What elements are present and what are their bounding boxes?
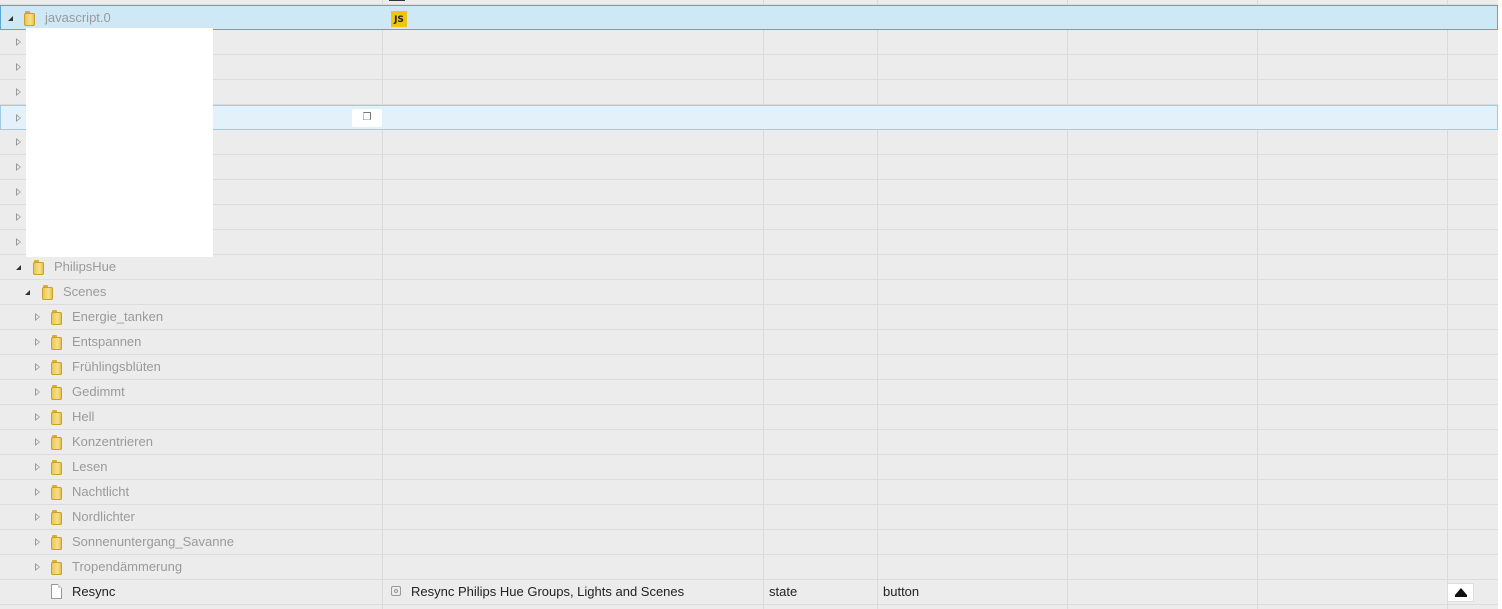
table-row[interactable] bbox=[0, 80, 1498, 105]
folder-icon bbox=[51, 485, 62, 500]
expand-toggle-icon[interactable] bbox=[16, 265, 21, 270]
expand-toggle-icon[interactable] bbox=[16, 238, 21, 246]
table-row[interactable] bbox=[0, 130, 1498, 155]
folder-icon bbox=[24, 11, 35, 26]
object-type: state bbox=[769, 584, 798, 599]
state-role-icon bbox=[391, 586, 401, 596]
tree-row-resync[interactable]: Resync Resync Philips Hue Groups, Lights… bbox=[0, 580, 1498, 605]
expand-toggle-icon[interactable] bbox=[35, 388, 40, 396]
copy-icon[interactable]: ❐ bbox=[352, 109, 382, 127]
expand-toggle-icon[interactable] bbox=[35, 438, 40, 446]
tree-node-label: Energie_tanken bbox=[72, 309, 164, 324]
tree-node-label: PhilipsHue bbox=[54, 259, 117, 274]
tree-row-scene[interactable]: Energie_tanken bbox=[0, 305, 1498, 330]
object-tree-table: javascript.0 JS ❐ PhilipsHue Scenes Ener… bbox=[0, 0, 1502, 609]
expand-toggle-icon[interactable] bbox=[16, 138, 21, 146]
tree-node-label: javascript.0 bbox=[45, 10, 111, 25]
expand-toggle-icon[interactable] bbox=[35, 563, 40, 571]
tree-node-label: Tropendämmerung bbox=[72, 559, 183, 574]
tree-row-javascript-0[interactable]: javascript.0 JS bbox=[0, 5, 1498, 30]
folder-icon bbox=[33, 260, 44, 275]
expand-toggle-icon[interactable] bbox=[16, 188, 21, 196]
folder-icon bbox=[51, 535, 62, 550]
javascript-adapter-icon: JS bbox=[391, 11, 407, 27]
tree-node-label: Scenes bbox=[63, 284, 107, 299]
expand-toggle-icon[interactable] bbox=[35, 413, 40, 421]
expand-toggle-icon[interactable] bbox=[35, 338, 40, 346]
tree-row-scene[interactable]: Frühlingsblüten bbox=[0, 355, 1498, 380]
tree-node-label: Entspannen bbox=[72, 334, 142, 349]
tree-row-scenes[interactable]: Scenes bbox=[0, 280, 1498, 305]
tree-row-scene[interactable]: Lesen bbox=[0, 455, 1498, 480]
tree-node-label: Resync bbox=[72, 584, 116, 599]
expand-toggle-icon[interactable] bbox=[16, 114, 21, 122]
tree-row-philipshue[interactable]: PhilipsHue bbox=[0, 255, 1498, 280]
tree-node-label: Nordlichter bbox=[72, 509, 135, 524]
row-icon-fragment bbox=[389, 0, 405, 1]
tree-node-label: Gedimmt bbox=[72, 384, 125, 399]
tree-node-label: Hell bbox=[72, 409, 95, 424]
expand-toggle-icon[interactable] bbox=[35, 513, 40, 521]
tree-row-scene[interactable]: Tropendämmerung bbox=[0, 555, 1498, 580]
tree-node-label: Konzentrieren bbox=[72, 434, 153, 449]
upload-icon[interactable] bbox=[1447, 583, 1474, 602]
tree-node-label: Lesen bbox=[72, 459, 108, 474]
expand-toggle-icon[interactable] bbox=[35, 363, 40, 371]
folder-icon bbox=[51, 360, 62, 375]
folder-icon bbox=[51, 410, 62, 425]
folder-icon bbox=[51, 560, 62, 575]
tree-node-label: Frühlingsblüten bbox=[72, 359, 161, 374]
object-name: Resync Philips Hue Groups, Lights and Sc… bbox=[411, 584, 685, 599]
expand-toggle-icon[interactable] bbox=[16, 213, 21, 221]
table-row[interactable] bbox=[0, 230, 1498, 255]
folder-icon bbox=[51, 510, 62, 525]
tree-row-scene[interactable]: Nachtlicht bbox=[0, 480, 1498, 505]
expand-toggle-icon[interactable] bbox=[35, 463, 40, 471]
table-row[interactable] bbox=[0, 155, 1498, 180]
table-row[interactable] bbox=[0, 30, 1498, 55]
tree-row-scene[interactable]: Sonnenuntergang_Savanne bbox=[0, 530, 1498, 555]
redacted-area bbox=[26, 28, 213, 257]
folder-icon bbox=[51, 460, 62, 475]
table-row[interactable] bbox=[0, 180, 1498, 205]
folder-icon bbox=[51, 335, 62, 350]
tree-row-scene[interactable]: Hell bbox=[0, 405, 1498, 430]
table-row[interactable] bbox=[0, 205, 1498, 230]
tree-row-scene[interactable]: Konzentrieren bbox=[0, 430, 1498, 455]
expand-toggle-icon[interactable] bbox=[16, 88, 21, 96]
expand-toggle-icon[interactable] bbox=[25, 290, 30, 295]
folder-icon bbox=[51, 435, 62, 450]
expand-toggle-icon[interactable] bbox=[35, 313, 40, 321]
expand-toggle-icon[interactable] bbox=[8, 16, 13, 21]
tree-row-scene[interactable]: Nordlichter bbox=[0, 505, 1498, 530]
folder-icon bbox=[42, 285, 53, 300]
expand-toggle-icon[interactable] bbox=[35, 488, 40, 496]
state-file-icon bbox=[51, 584, 62, 599]
tree-row-scene[interactable]: Entspannen bbox=[0, 330, 1498, 355]
scrollbar-track[interactable] bbox=[1498, 0, 1502, 609]
table-row[interactable]: ❐ bbox=[0, 105, 1498, 130]
tree-node-label: Nachtlicht bbox=[72, 484, 130, 499]
folder-icon bbox=[51, 385, 62, 400]
table-row[interactable] bbox=[0, 55, 1498, 80]
expand-toggle-icon[interactable] bbox=[16, 38, 21, 46]
tree-node-label: Sonnenuntergang_Savanne bbox=[72, 534, 234, 549]
folder-icon bbox=[51, 310, 62, 325]
expand-toggle-icon[interactable] bbox=[16, 63, 21, 71]
expand-toggle-icon[interactable] bbox=[16, 163, 21, 171]
tree-row-scene[interactable]: Gedimmt bbox=[0, 380, 1498, 405]
expand-toggle-icon[interactable] bbox=[35, 538, 40, 546]
object-role: button bbox=[883, 584, 920, 599]
